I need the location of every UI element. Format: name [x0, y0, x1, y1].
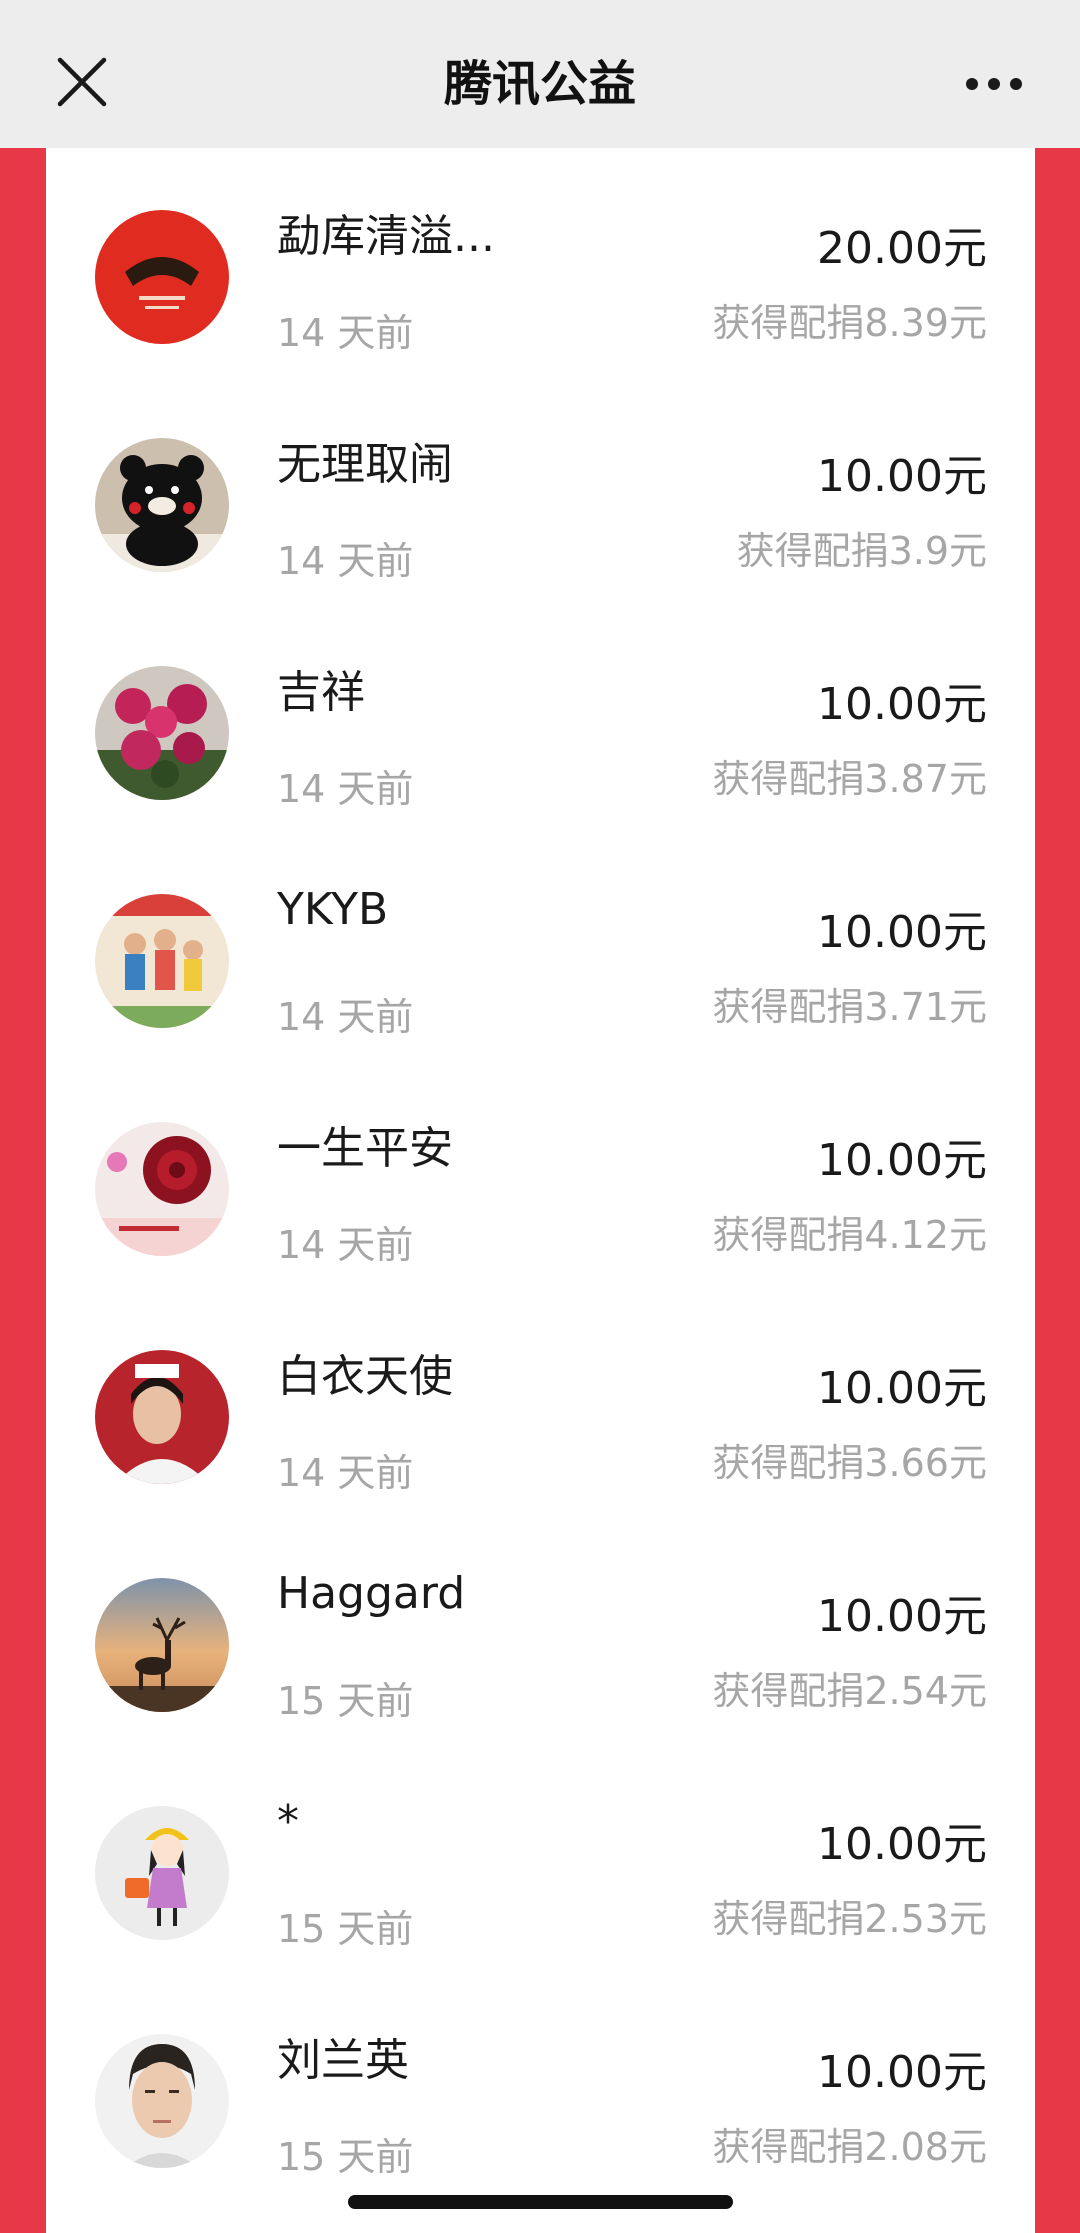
home-indicator[interactable]: [348, 2195, 733, 2209]
donation-amount: 10.00元: [817, 907, 987, 958]
donation-row[interactable]: 勐库清溢... 14 天前 20.00元 获得配捐8.39元: [46, 148, 1035, 376]
donation-amount: 10.00元: [817, 451, 987, 502]
donor-name: 无理取闹: [277, 439, 453, 490]
donation-amount: 10.00元: [817, 679, 987, 730]
donation-time: 15 天前: [277, 1907, 414, 1951]
matched-donation: 获得配捐3.66元: [712, 1441, 987, 1485]
donor-name: YKYB: [277, 884, 389, 935]
donation-time: 15 天前: [277, 1679, 414, 1723]
donor-name: Haggard: [277, 1568, 466, 1619]
matched-donation: 获得配捐3.9元: [736, 529, 987, 573]
donor-name: *: [277, 1796, 299, 1847]
donation-amount: 10.00元: [817, 1135, 987, 1186]
donation-amount: 10.00元: [817, 1363, 987, 1414]
donation-list[interactable]: 勐库清溢... 14 天前 20.00元 获得配捐8.39元 无理取闹 14 天…: [46, 148, 1035, 2233]
donation-amount: 20.00元: [817, 223, 987, 274]
woman-portrait-avatar: [95, 2034, 229, 2168]
page-title: 腾讯公益: [443, 56, 636, 112]
nurse-photo-avatar: [95, 1350, 229, 1484]
left-red-border: [0, 148, 46, 2233]
matched-donation: 获得配捐4.12元: [712, 1213, 987, 1257]
matched-donation: 获得配捐2.54元: [712, 1669, 987, 1713]
donation-time: 14 天前: [277, 311, 414, 355]
red-rose-avatar: [95, 1122, 229, 1256]
black-bear-avatar: [95, 438, 229, 572]
donation-row[interactable]: YKYB 14 天前 10.00元 获得配捐3.71元: [46, 832, 1035, 1060]
donation-time: 14 天前: [277, 1451, 414, 1495]
donation-time: 14 天前: [277, 767, 414, 811]
donation-amount: 10.00元: [817, 1591, 987, 1642]
donation-amount: 10.00元: [817, 2047, 987, 2098]
donor-name: 一生平安: [277, 1123, 453, 1174]
matched-donation: 获得配捐3.71元: [712, 985, 987, 1029]
more-icon[interactable]: [964, 66, 1024, 102]
donation-row[interactable]: * 15 天前 10.00元 获得配捐2.53元: [46, 1744, 1035, 1972]
donation-time: 15 天前: [277, 2135, 414, 2179]
donation-row[interactable]: 白衣天使 14 天前 10.00元 获得配捐3.66元: [46, 1288, 1035, 1516]
donor-name: 白衣天使: [277, 1351, 453, 1402]
donor-name: 刘兰英: [277, 2035, 409, 2086]
donor-name: 勐库清溢...: [277, 211, 495, 262]
matched-donation: 获得配捐8.39元: [712, 301, 987, 345]
donation-row[interactable]: 无理取闹 14 天前 10.00元 获得配捐3.9元: [46, 376, 1035, 604]
donation-time: 14 天前: [277, 1223, 414, 1267]
donation-row[interactable]: Haggard 15 天前 10.00元 获得配捐2.54元: [46, 1516, 1035, 1744]
donor-name: 吉祥: [277, 667, 365, 718]
deer-sunset-avatar: [95, 1578, 229, 1712]
matched-donation: 获得配捐3.87元: [712, 757, 987, 801]
donation-row[interactable]: 刘兰英 15 天前 10.00元 获得配捐2.08元: [46, 1972, 1035, 2200]
matched-donation: 获得配捐2.53元: [712, 1897, 987, 1941]
family-poster-avatar: [95, 894, 229, 1028]
donation-amount: 10.00元: [817, 1819, 987, 1870]
donation-time: 14 天前: [277, 995, 414, 1039]
pink-peony-avatar: [95, 666, 229, 800]
donation-row[interactable]: 一生平安 14 天前 10.00元 获得配捐4.12元: [46, 1060, 1035, 1288]
red-fan-logo-avatar: [95, 210, 229, 344]
donation-row[interactable]: 吉祥 14 天前 10.00元 获得配捐3.87元: [46, 604, 1035, 832]
cartoon-girl-avatar: [95, 1806, 229, 1940]
donation-time: 14 天前: [277, 539, 414, 583]
right-red-border: [1035, 148, 1080, 2233]
navigation-bar: 腾讯公益: [0, 0, 1080, 148]
matched-donation: 获得配捐2.08元: [712, 2125, 987, 2169]
